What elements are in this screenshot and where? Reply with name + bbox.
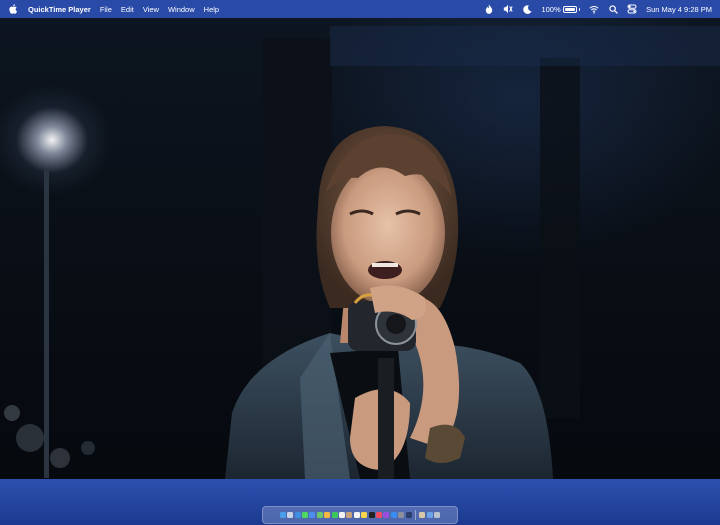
menu-bar: QuickTime Player File Edit View Window H… <box>0 0 720 18</box>
menu-window[interactable]: Window <box>168 5 195 14</box>
desktop-bottom <box>0 479 720 525</box>
battery-tip <box>578 7 581 11</box>
launchpad-icon[interactable] <box>287 512 294 518</box>
dock <box>262 506 458 524</box>
menu-edit[interactable]: Edit <box>121 5 134 14</box>
menu-bar-clock[interactable]: Sun May 4 9:28 PM <box>646 5 712 14</box>
calendar-icon[interactable] <box>339 512 346 518</box>
video-frame[interactable] <box>0 18 720 479</box>
mute-icon[interactable] <box>503 4 514 14</box>
mail-icon[interactable] <box>309 512 316 518</box>
search-icon[interactable] <box>608 4 618 14</box>
moon-icon[interactable] <box>522 4 532 14</box>
notes-icon[interactable] <box>361 512 368 518</box>
reminders-icon[interactable] <box>353 512 360 518</box>
menu-help[interactable]: Help <box>204 5 219 14</box>
preview-icon[interactable] <box>419 512 426 518</box>
flame-icon[interactable] <box>484 4 494 14</box>
control-center-icon[interactable] <box>627 4 637 14</box>
battery-indicator[interactable]: 100% <box>541 4 581 14</box>
maps-icon[interactable] <box>316 512 323 518</box>
safari-icon[interactable] <box>294 512 301 518</box>
battery-icon <box>562 5 577 13</box>
music-icon[interactable] <box>375 512 382 518</box>
quicktime-icon[interactable] <box>405 512 412 518</box>
facetime-icon[interactable] <box>331 512 338 518</box>
downloads-icon[interactable] <box>426 512 433 518</box>
podcasts-icon[interactable] <box>383 512 390 518</box>
battery-level-fill <box>564 7 575 11</box>
trash-icon[interactable] <box>434 512 441 518</box>
menu-view[interactable]: View <box>143 5 159 14</box>
system-settings-icon[interactable] <box>398 512 405 518</box>
messages-icon[interactable] <box>302 512 309 518</box>
battery-percent: 100% <box>541 4 561 14</box>
wifi-icon[interactable] <box>589 4 599 14</box>
status-area: 100% Sun May 4 9:28 PM <box>484 4 712 14</box>
photos-icon[interactable] <box>324 512 331 518</box>
tv-icon[interactable] <box>368 512 375 518</box>
apple-logo-icon[interactable] <box>8 3 18 15</box>
app-store-icon[interactable] <box>390 512 397 518</box>
video-content-image <box>4 26 720 479</box>
contacts-icon[interactable] <box>346 512 353 518</box>
finder-icon[interactable] <box>279 512 286 518</box>
dock-separator <box>414 510 416 520</box>
menu-file[interactable]: File <box>100 5 112 14</box>
app-menu-quicktime-player[interactable]: QuickTime Player <box>28 5 91 14</box>
